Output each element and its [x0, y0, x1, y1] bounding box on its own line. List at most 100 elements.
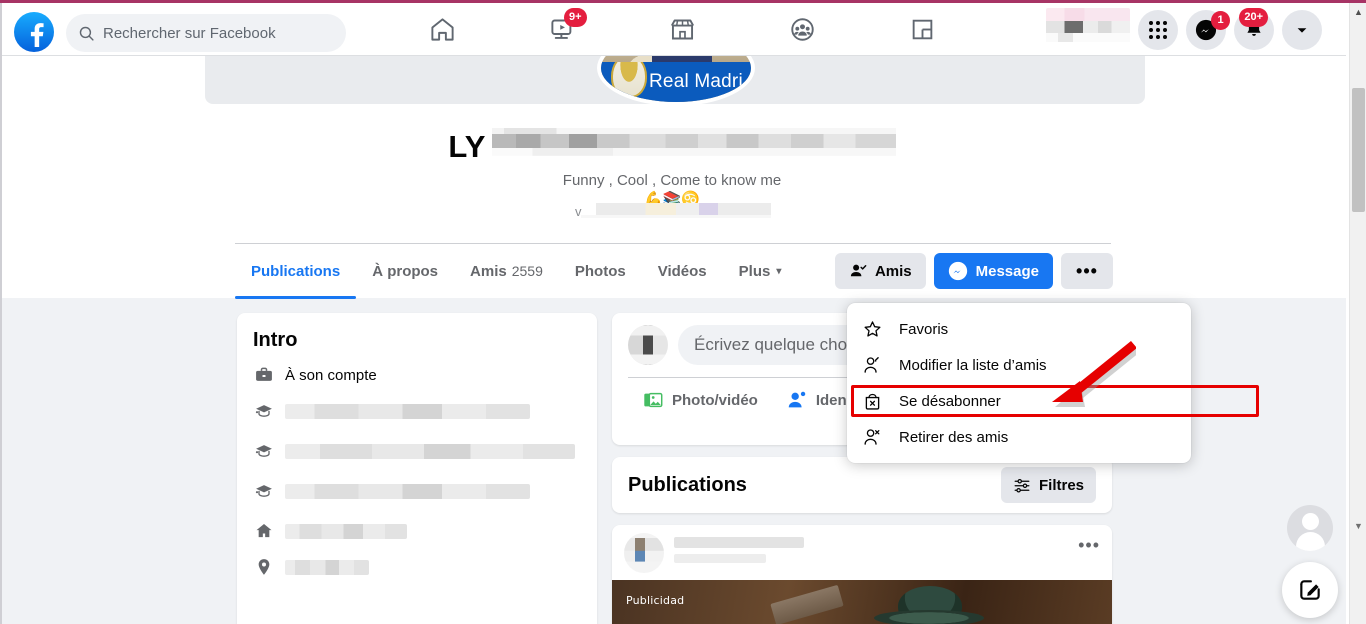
tab-apropos-label: À propos	[372, 262, 439, 280]
intro-card: Intro À son compte	[237, 313, 597, 624]
intro-row-hometown	[253, 520, 581, 542]
nav-marketplace[interactable]	[654, 8, 710, 52]
tab-photos[interactable]: Photos	[559, 245, 642, 298]
scrollbar-up-arrow[interactable]: ▲	[1350, 3, 1366, 20]
account-menu-button[interactable]	[1282, 9, 1322, 50]
gaming-icon	[912, 19, 932, 40]
intro-work-text: À son compte	[285, 366, 377, 384]
graduation-icon	[253, 440, 275, 462]
marketplace-icon	[670, 19, 694, 40]
graduation-icon	[253, 480, 275, 502]
home-filled-icon	[253, 520, 275, 542]
post-author-avatar-blurred[interactable]	[624, 533, 664, 573]
publications-header-card: Publications Filtres	[612, 457, 1112, 513]
browser-window: Rechercher sur Facebook 9+ 1 20+ Real Ma…	[0, 0, 1366, 624]
dropdown-item-favoris[interactable]: Favoris	[847, 311, 1191, 347]
remove-friend-icon	[861, 426, 883, 448]
dropdown-item-retirer-des-amis-label: Retirer des amis	[899, 428, 1009, 446]
nav-gaming[interactable]	[894, 8, 950, 52]
floating-chat-avatar[interactable]	[1287, 505, 1333, 551]
nav-video[interactable]: 9+	[534, 7, 590, 52]
sliders-icon	[1014, 479, 1030, 493]
floating-compose-button[interactable]	[1282, 562, 1338, 618]
blurred-account-name[interactable]	[1046, 7, 1130, 52]
search-box[interactable]: Rechercher sur Facebook	[66, 14, 346, 52]
messenger-icon	[948, 261, 967, 281]
video-badge: 9+	[564, 7, 587, 27]
composer-avatar-blurred[interactable]	[628, 325, 668, 365]
intro-location-blurred	[285, 559, 369, 575]
notifications-button[interactable]: 20+	[1234, 7, 1274, 50]
nav-home[interactable]	[414, 8, 470, 52]
dropdown-item-modifier-liste-amis[interactable]: Modifier la liste d’amis	[847, 347, 1191, 383]
media-paper-shape	[770, 584, 844, 624]
composer-photo-video-label: Photo/vidéo	[672, 391, 758, 409]
tab-plus-label: Plus	[738, 262, 771, 280]
profile-picture-banner-text: Real Madri	[649, 71, 743, 92]
post-card: ••• Publicidad	[612, 525, 1112, 624]
groups-icon	[790, 18, 814, 41]
compose-pencil-icon	[1300, 580, 1320, 600]
profile-picture-banner: Real Madri	[601, 62, 751, 102]
friends-dropdown-menu: Favoris Modifier la liste d’amis Se désa…	[847, 303, 1259, 463]
intro-education-3-blurred	[285, 483, 530, 499]
filters-button-label: Filtres	[1038, 476, 1084, 494]
more-options-label: •••	[1076, 260, 1098, 281]
graduation-icon	[253, 400, 275, 422]
page-title: LY	[448, 129, 486, 164]
post-header: •••	[612, 525, 1112, 579]
main-nav-icons: 9+	[382, 3, 982, 56]
dropdown-item-modifier-liste-amis-label: Modifier la liste d’amis	[899, 356, 1047, 374]
notifications-badge: 20+	[1239, 7, 1268, 27]
search-icon	[79, 26, 94, 41]
scrollbar-thumb[interactable]	[1352, 88, 1365, 212]
composer-placeholder: Écrivez quelque chos	[694, 335, 856, 354]
filters-button[interactable]: Filtres	[1000, 467, 1096, 503]
dropdown-item-retirer-des-amis[interactable]: Retirer des amis	[847, 419, 1191, 455]
post-timestamp-blurred	[674, 554, 766, 563]
profile-bio: Funny , Cool , Come to know me	[562, 172, 782, 189]
apps-menu-button[interactable]	[1138, 9, 1178, 50]
browser-chrome-left-edge	[0, 3, 2, 624]
post-menu-button[interactable]: •••	[1078, 533, 1100, 556]
composer-photo-video-button[interactable]: Photo/vidéo	[628, 382, 772, 418]
briefcase-icon	[253, 364, 275, 386]
tab-plus[interactable]: Plus ▾	[723, 245, 798, 298]
media-saucer-shape	[874, 610, 984, 624]
chevron-down-icon	[1297, 27, 1307, 33]
message-button-label: Message	[975, 262, 1039, 280]
friends-button-label: Amis	[874, 262, 912, 280]
message-button[interactable]: Message	[933, 253, 1053, 289]
profile-bio-blurred-prefix: v	[575, 204, 582, 219]
friends-button[interactable]: Amis	[834, 253, 926, 289]
dropdown-item-se-desabonner[interactable]: Se désabonner	[847, 383, 1191, 419]
tab-amis[interactable]: Amis 2559	[454, 245, 559, 298]
tab-amis-count: 2559	[511, 263, 543, 279]
messenger-button[interactable]: 1	[1186, 9, 1230, 50]
more-options-button[interactable]: •••	[1061, 253, 1113, 289]
intro-education-2-blurred	[285, 443, 575, 459]
scrollbar-down-arrow[interactable]: ▼	[1350, 517, 1366, 534]
post-author-name-blurred	[674, 537, 804, 548]
publications-title: Publications	[628, 473, 747, 496]
browser-scrollbar[interactable]: ▲ ▼	[1349, 3, 1366, 624]
intro-row-work: À son compte	[253, 364, 581, 386]
tab-photos-label: Photos	[574, 262, 626, 280]
star-icon	[861, 318, 883, 340]
photo-video-icon	[644, 392, 663, 408]
profile-bio-blurred: v	[575, 203, 771, 223]
messenger-badge: 1	[1211, 10, 1230, 30]
nav-groups[interactable]	[774, 8, 830, 52]
facebook-logo[interactable]	[14, 12, 54, 52]
intro-education-1-blurred	[285, 403, 530, 419]
tab-publications[interactable]: Publications	[235, 245, 357, 299]
post-media-image[interactable]: Publicidad	[612, 580, 1112, 624]
tab-videos[interactable]: Vidéos	[642, 245, 723, 298]
real-madrid-crest-icon	[611, 62, 647, 98]
tag-person-icon	[788, 391, 806, 408]
tab-apropos[interactable]: À propos	[356, 245, 454, 298]
dropdown-item-favoris-label: Favoris	[899, 320, 949, 338]
location-pin-icon	[253, 556, 275, 578]
tab-videos-label: Vidéos	[657, 262, 707, 280]
composer-tag-label: Iden	[815, 391, 847, 409]
